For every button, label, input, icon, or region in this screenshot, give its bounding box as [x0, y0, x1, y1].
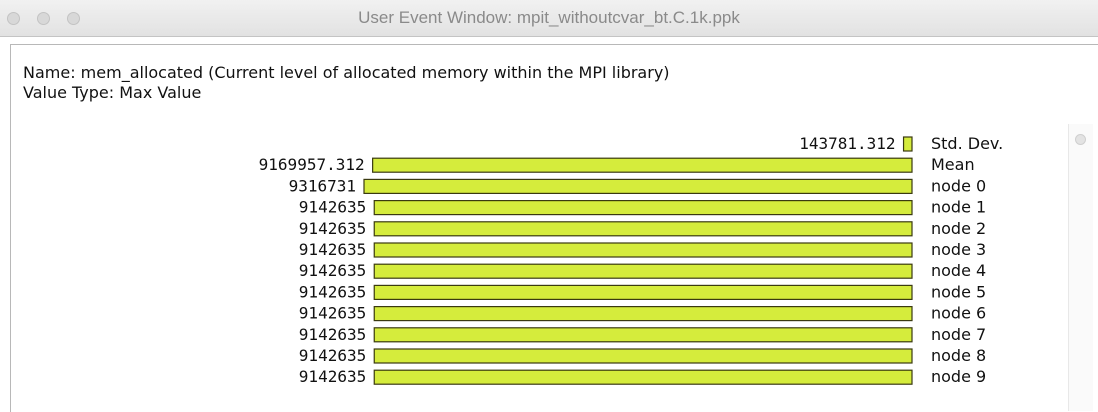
event-name-line: Name: mem_allocated (Current level of al…: [23, 63, 670, 82]
scroll-thumb-icon[interactable]: [1075, 134, 1086, 145]
user-event-window: User Event Window: mpit_withoutcvar_bt.C…: [0, 0, 1098, 412]
window-title: User Event Window: mpit_withoutcvar_bt.C…: [358, 8, 740, 27]
value-type-line: Value Type: Max Value: [23, 83, 202, 102]
title-bar: User Event Window: mpit_withoutcvar_bt.C…: [0, 0, 1098, 37]
content-panel: Name: mem_allocated (Current level of al…: [10, 44, 1098, 412]
vertical-scrollbar[interactable]: [1068, 124, 1093, 411]
